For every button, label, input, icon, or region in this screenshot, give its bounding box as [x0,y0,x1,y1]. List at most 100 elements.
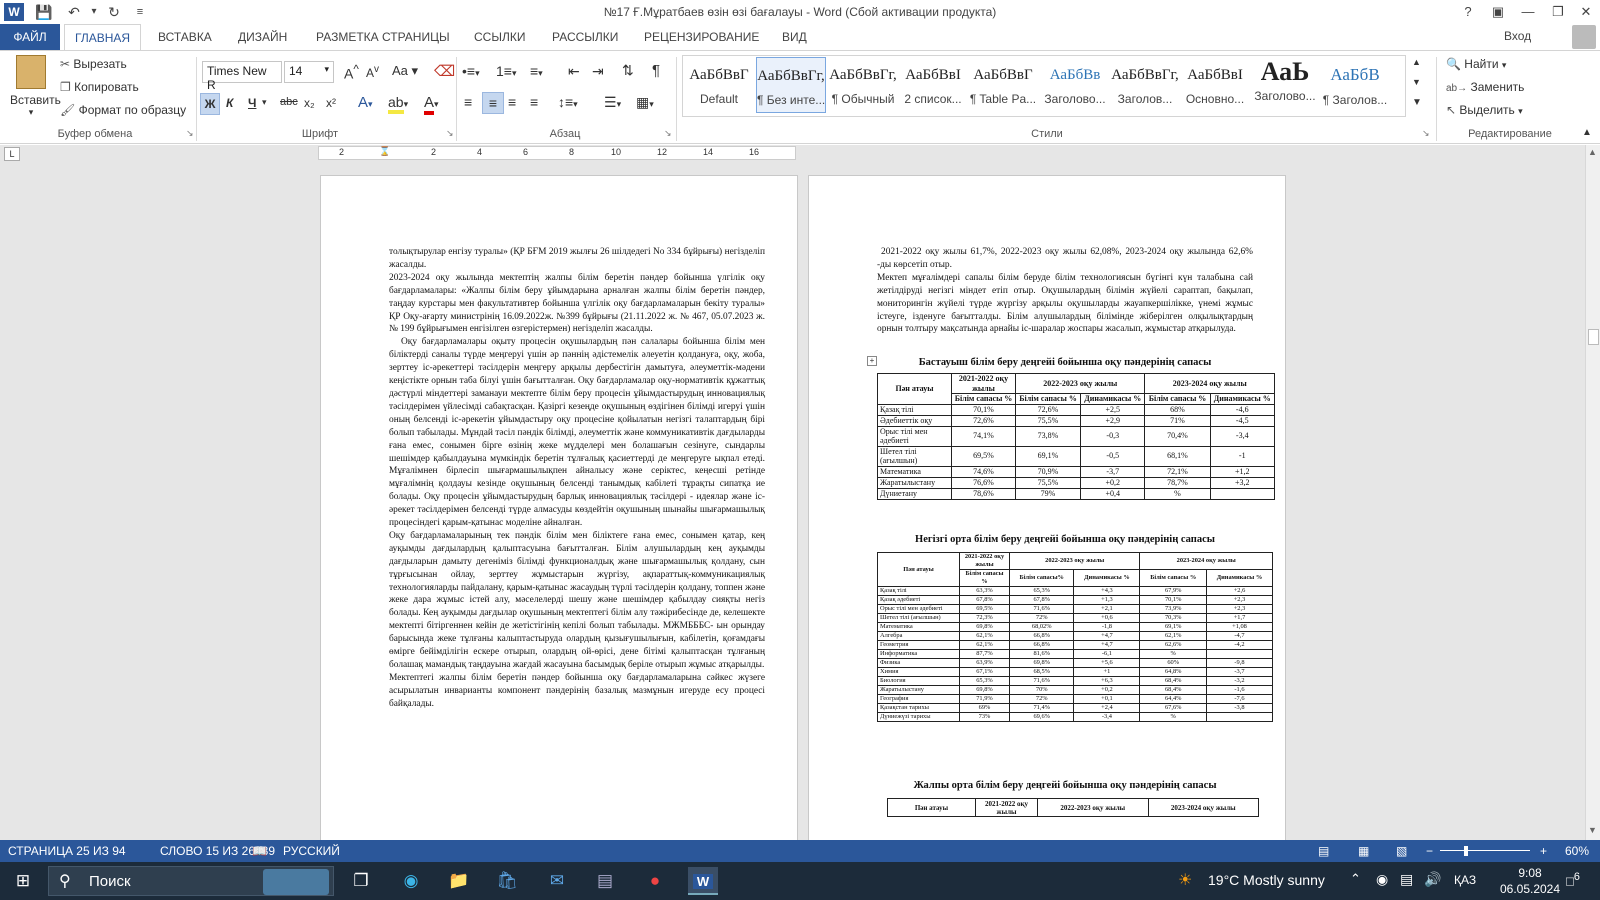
styles-more-icon[interactable]: ▼ [1412,97,1422,108]
web-layout-icon[interactable]: ▧ [1396,844,1407,858]
location-icon[interactable]: ◉ [1376,871,1388,888]
clipboard-launcher-icon[interactable]: ↘ [186,128,194,139]
store-icon[interactable]: 🛍 [492,867,522,895]
zoom-level[interactable]: 60% [1565,844,1589,858]
tab-review[interactable]: РЕЦЕНЗИРОВАНИЕ [634,24,769,50]
scroll-thumb[interactable] [1588,329,1599,345]
style-no-spacing[interactable]: АаБбВвГг, ¶ Без инте... [756,57,826,113]
paste-button[interactable]: Вставить ▾ [10,55,61,118]
zoom-slider[interactable] [1440,850,1530,851]
show-formatting-icon[interactable]: ¶ [652,62,660,79]
zoom-slider-thumb[interactable] [1464,846,1468,856]
style-body-text[interactable]: АаБбВвI Основно... [1180,57,1250,113]
highlight-icon[interactable]: ab▾ [388,94,408,114]
underline-dropdown-icon[interactable]: ▾ [262,97,267,108]
style-table-paragraph[interactable]: АаБбВвГ ¶ Table Pa... [968,57,1038,113]
edge-icon[interactable]: ◉ [396,867,426,895]
chrome-icon[interactable]: ● [640,867,670,895]
bold-button[interactable]: Ж [200,93,220,115]
paragraph-launcher-icon[interactable]: ↘ [664,128,672,139]
font-family-select[interactable]: Times New R [202,61,282,92]
multilevel-list-icon[interactable]: ≡▾ [530,63,543,79]
shading-icon[interactable]: ☰▾ [604,94,621,111]
keyboard-language[interactable]: ҚАЗ [1454,873,1476,887]
line-spacing-icon[interactable]: ↕≡▾ [558,94,578,110]
avatar[interactable] [1572,25,1596,49]
windows-start-icon[interactable]: ⊞ [8,867,38,895]
copy-button[interactable]: ❐ Копировать [60,80,139,94]
print-layout-icon[interactable]: ▦ [1358,844,1369,858]
page-count[interactable]: СТРАНИЦА 25 ИЗ 94 [8,844,126,858]
zoom-in-icon[interactable]: + [1540,844,1547,858]
scroll-up-icon[interactable]: ▲ [1588,147,1597,157]
superscript-button[interactable]: x² [326,96,336,110]
style-default[interactable]: АаБбВвГ Default [684,57,754,113]
volume-icon[interactable]: 🔊 [1424,871,1441,888]
increase-indent-icon[interactable]: ⇥ [592,63,604,80]
table-move-handle-icon[interactable]: + [867,356,877,366]
collapse-ribbon-icon[interactable]: ▲ [1582,127,1592,138]
vertical-scrollbar[interactable]: ▲ ▼ [1585,145,1600,840]
align-left-icon[interactable]: ≡ [464,94,472,110]
sort-icon[interactable]: ⇅ [622,62,634,79]
style-heading-1[interactable]: АаБбВв Заголово... [1040,57,1110,113]
sign-in-link[interactable]: Вход [1504,29,1531,43]
grow-font-icon[interactable]: A^ [344,63,359,82]
task-view-icon[interactable]: ❐ [346,867,376,895]
style-heading-3[interactable]: АаБбВ ¶ Заголов... [1320,57,1390,113]
tab-references[interactable]: ССЫЛКИ [464,24,535,50]
tab-view[interactable]: ВИД [772,24,817,50]
document-area[interactable]: L 2 2 4 6 8 10 12 14 16 ⌛ толықтырулар е… [0,145,1585,840]
weather-text[interactable]: 19°C Mostly sunny [1208,872,1325,888]
clock-date[interactable]: 06.05.2024 [1496,882,1564,896]
clock-time[interactable]: 9:08 [1502,866,1558,880]
styles-scroll-down-icon[interactable]: ▼ [1412,77,1421,87]
font-size-select[interactable]: 14 ▾ [284,61,334,83]
search-box[interactable]: ⚲ Поиск [48,866,334,896]
underline-button[interactable]: Ч [248,96,256,110]
proofing-icon[interactable]: 📖 [252,844,267,858]
tab-home[interactable]: ГЛАВНАЯ [64,24,142,51]
style-title[interactable]: АаЬ Заголово... [1250,57,1320,113]
font-launcher-icon[interactable]: ↘ [446,128,454,139]
clear-formatting-icon[interactable]: ⌫ [434,62,455,80]
shrink-font-icon[interactable]: Av [366,64,379,80]
tab-file[interactable]: ФАЙЛ [0,24,60,50]
tab-page-layout[interactable]: РАЗМЕТКА СТРАНИЦЫ [306,24,460,50]
format-painter-button[interactable]: 🖌 Формат по образцу [60,103,186,117]
change-case-button[interactable]: Aa ▾ [392,63,418,79]
notifications-icon[interactable]: □6 [1566,871,1580,888]
borders-icon[interactable]: ▦▾ [636,94,654,111]
scroll-down-icon[interactable]: ▼ [1588,825,1597,835]
indent-marker-icon[interactable]: ⌛ [379,146,390,157]
styles-launcher-icon[interactable]: ↘ [1422,128,1430,139]
ribbon-display-options-icon[interactable]: ▣ [1484,2,1512,22]
style-list-2[interactable]: АаБбВвI 2 список... [898,57,968,113]
cut-button[interactable]: ✂ Вырезать [60,57,127,71]
font-color-icon[interactable]: A▾ [424,94,439,115]
style-heading-2[interactable]: АаБбВвГг, Заголов... [1110,57,1180,113]
maximize-button[interactable]: ❐ [1544,2,1572,22]
tab-design[interactable]: ДИЗАЙН [228,24,297,50]
weather-icon[interactable]: ☀ [1178,870,1192,890]
find-button[interactable]: 🔍 Найти ▾ [1446,57,1506,71]
zoom-out-icon[interactable]: − [1426,844,1433,858]
italic-button[interactable]: К [226,96,233,110]
network-icon[interactable]: ▤ [1400,871,1413,888]
close-button[interactable]: ✕ [1572,2,1600,22]
minimize-button[interactable]: — [1514,2,1542,22]
subscript-button[interactable]: x₂ [304,96,315,110]
file-explorer-icon[interactable]: 📁 [444,867,474,895]
word-taskbar-icon[interactable]: W [688,867,718,895]
strikethrough-button[interactable]: abc [280,96,298,108]
bullets-icon[interactable]: •≡▾ [462,63,480,79]
decrease-indent-icon[interactable]: ⇤ [568,63,580,80]
read-mode-icon[interactable]: ▤ [1318,844,1329,858]
tab-selector-icon[interactable]: L [4,147,20,161]
chevron-up-icon[interactable]: ⌃ [1350,871,1361,887]
replace-button[interactable]: ab→ Заменить [1446,80,1524,94]
text-effects-icon[interactable]: A▾ [358,94,373,111]
tab-mailings[interactable]: РАССЫЛКИ [542,24,628,50]
horizontal-ruler[interactable]: 2 2 4 6 8 10 12 14 16 ⌛ [318,146,796,160]
justify-icon[interactable]: ≡ [530,94,538,110]
